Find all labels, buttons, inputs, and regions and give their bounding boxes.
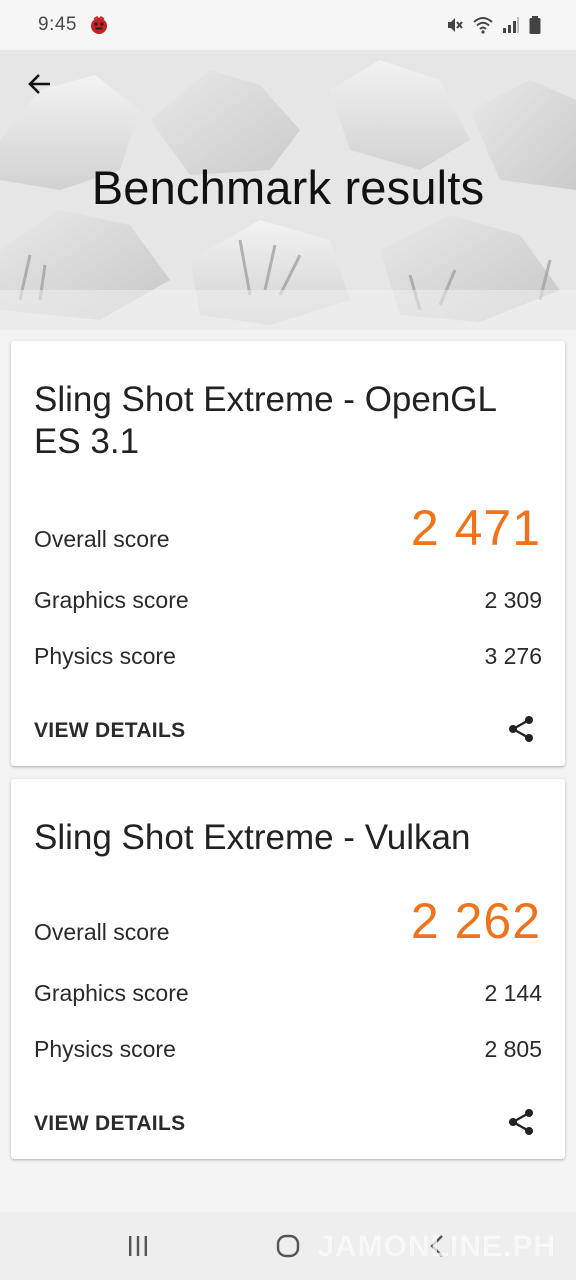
- physics-score-value: 2 805: [484, 1036, 542, 1062]
- graphics-score-label: Graphics score: [34, 587, 189, 613]
- app-notification-icon: [90, 16, 107, 34]
- graphics-score-value: 2 309: [484, 587, 542, 613]
- home-button[interactable]: [268, 1230, 308, 1262]
- share-button[interactable]: [503, 1104, 539, 1140]
- back-button[interactable]: [16, 64, 64, 104]
- graphics-score-label: Graphics score: [34, 980, 189, 1006]
- screen: 9:45 Benchmark results Sling Shot Extrem…: [0, 0, 576, 1280]
- physics-score-value: 3 276: [484, 643, 542, 669]
- battery-icon: [529, 16, 541, 34]
- home-icon: [276, 1234, 300, 1258]
- overall-score-value: 2 471: [410, 500, 541, 556]
- wifi-icon: [473, 17, 493, 34]
- result-card-opengl: Sling Shot Extreme - OpenGL ES 3.1 Overa…: [11, 341, 565, 766]
- status-time: 9:45: [38, 14, 77, 35]
- overall-score-value: 2 262: [410, 893, 541, 949]
- recents-button[interactable]: [118, 1230, 158, 1262]
- result-card-vulkan: Sling Shot Extreme - Vulkan Overall scor…: [11, 779, 565, 1159]
- graphics-score-value: 2 144: [484, 980, 542, 1006]
- physics-score-label: Physics score: [34, 643, 176, 669]
- share-button[interactable]: [503, 711, 539, 747]
- overall-score-label: Overall score: [34, 919, 170, 945]
- mute-icon: [448, 18, 463, 32]
- signal-icon: [503, 17, 519, 33]
- watermark: JAMONLINE.PH: [317, 1230, 556, 1263]
- arrow-left-icon: [28, 74, 50, 94]
- status-bar: 9:45: [0, 0, 576, 50]
- share-icon: [509, 716, 533, 742]
- physics-score-label: Physics score: [34, 1036, 176, 1062]
- status-icons: [444, 15, 542, 35]
- recents-icon: [129, 1236, 147, 1256]
- overall-score-label: Overall score: [34, 526, 170, 552]
- page-title: Benchmark results: [91, 161, 485, 214]
- view-details-button[interactable]: VIEW DETAILS: [34, 719, 185, 743]
- share-icon: [509, 1109, 533, 1135]
- view-details-button[interactable]: VIEW DETAILS: [34, 1112, 185, 1136]
- header-banner: Benchmark results: [0, 50, 576, 330]
- system-nav-bar: JAMONLINE.PH: [0, 1212, 576, 1280]
- test-title: Sling Shot Extreme - Vulkan: [34, 818, 471, 857]
- test-title: Sling Shot Extreme - OpenGL ES 3.1: [34, 380, 496, 461]
